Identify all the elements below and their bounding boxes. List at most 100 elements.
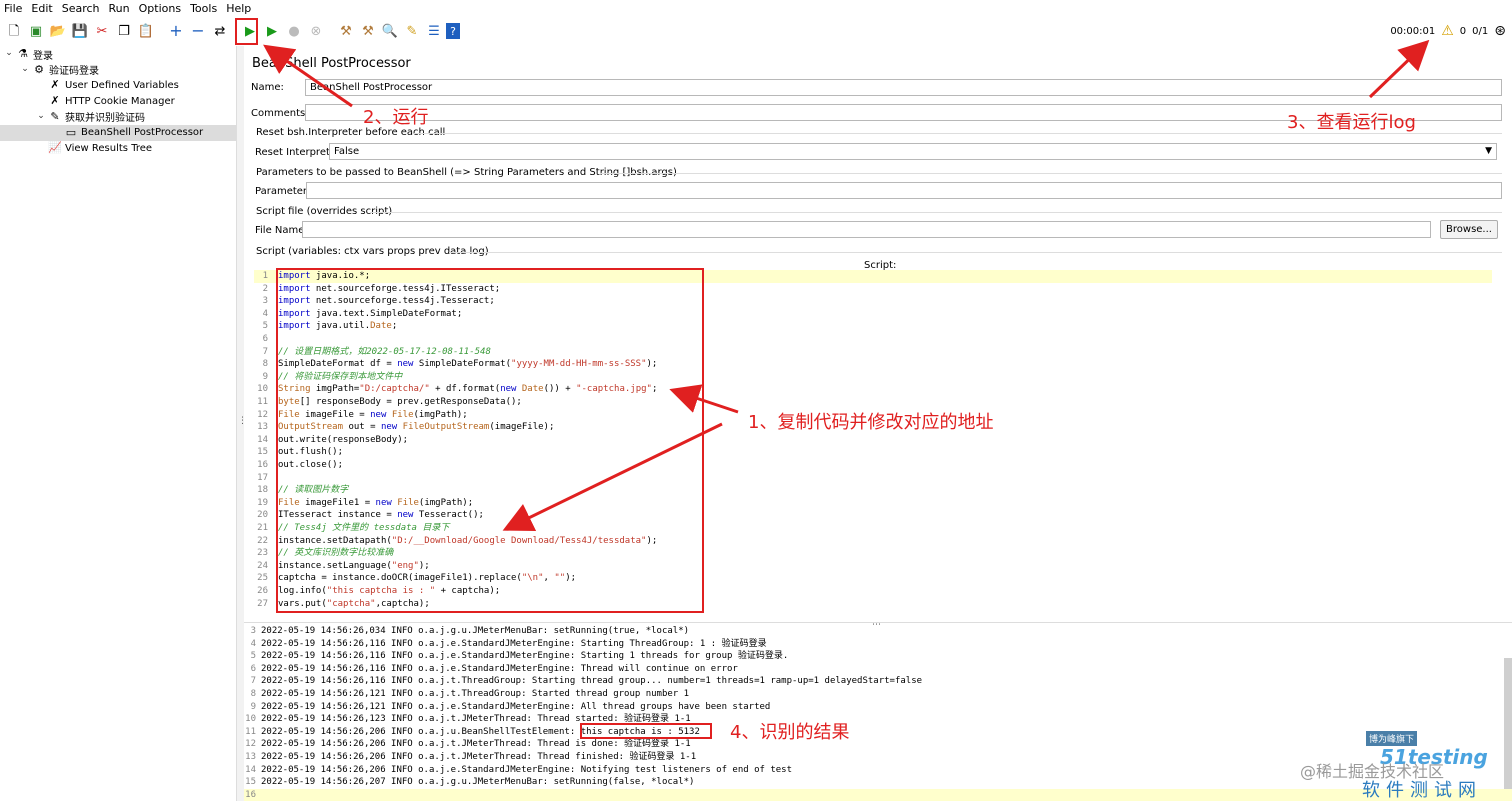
log-line-number: 14 bbox=[245, 764, 256, 775]
tree-node-label: 验证码登录 bbox=[49, 66, 99, 78]
log-line-text: 2022-05-19 14:56:26,206 INFO o.a.j.t.JMe… bbox=[261, 752, 697, 762]
line-number: 5 bbox=[262, 321, 268, 332]
reset-interpreter-select[interactable]: False ▼ bbox=[329, 143, 1497, 160]
line-number: 9 bbox=[262, 371, 268, 382]
filename-label: File Name: bbox=[255, 225, 308, 236]
log-line: 16 bbox=[244, 788, 1512, 801]
tree-expand-toggle[interactable]: ⌄ bbox=[36, 111, 46, 121]
stop-icon[interactable]: ● bbox=[284, 21, 304, 41]
shutdown-icon[interactable]: ⊗ bbox=[306, 21, 326, 41]
tree-node[interactable]: ▭ BeanShell PostProcessor bbox=[0, 124, 236, 141]
tree-node[interactable]: ✎ 获取并识别验证码 bbox=[48, 109, 145, 125]
search-icon[interactable]: 🔍 bbox=[380, 21, 400, 41]
line-number: 22 bbox=[257, 535, 268, 546]
menu-help[interactable]: Help bbox=[226, 2, 251, 15]
line-number: 3 bbox=[262, 296, 268, 307]
clear-icon[interactable]: ⚒ bbox=[336, 21, 356, 41]
line-number: 12 bbox=[257, 409, 268, 420]
help-icon[interactable]: ? bbox=[446, 23, 460, 39]
annotation-run: 2、运行 bbox=[363, 107, 429, 128]
tree-node[interactable]: ✗ HTTP Cookie Manager bbox=[48, 93, 175, 109]
log-line-text: 2022-05-19 14:56:26,121 INFO o.a.j.t.Thr… bbox=[261, 689, 690, 699]
tree-node[interactable]: ⚗ 登录 bbox=[16, 46, 53, 62]
clear-all-icon[interactable]: ⚒ bbox=[358, 21, 378, 41]
line-number: 8 bbox=[262, 359, 268, 370]
log-line: 8 2022-05-19 14:56:26,121 INFO o.a.j.t.Th… bbox=[244, 688, 1512, 701]
line-number: 21 bbox=[257, 523, 268, 533]
tree-node[interactable]: ✗ User Defined Variables bbox=[48, 77, 178, 93]
chevron-down-icon[interactable]: ▼ bbox=[1485, 146, 1492, 156]
remote-status-icon[interactable]: ⊛ bbox=[1494, 23, 1506, 39]
line-number: 25 bbox=[257, 573, 268, 584]
browse-button[interactable]: Browse... bbox=[1440, 220, 1498, 239]
log-line-text: 2022-05-19 14:56:26,034 INFO o.a.j.g.u.J… bbox=[261, 626, 690, 636]
menu-file[interactable]: File bbox=[4, 2, 22, 15]
filename-field[interactable] bbox=[302, 221, 1431, 238]
log-line-text: 2022-05-19 14:56:26,206 INFO o.a.j.e.Sta… bbox=[261, 764, 793, 775]
tree-expand-toggle[interactable]: ⌄ bbox=[20, 64, 30, 74]
cut-icon[interactable]: ✂ bbox=[92, 21, 112, 41]
tree-node[interactable]: ⚙ 验证码登录 bbox=[32, 62, 99, 78]
config-element-icon: ✗ bbox=[50, 78, 60, 92]
log-line: 7 2022-05-19 14:56:26,116 INFO o.a.j.t.Th… bbox=[244, 675, 1512, 688]
copy-icon[interactable]: ❐ bbox=[114, 21, 134, 41]
annotation-view-log: 3、查看运行log bbox=[1287, 112, 1416, 133]
log-line: 6 2022-05-19 14:56:26,116 INFO o.a.j.e.St… bbox=[244, 663, 1512, 676]
menu-tools[interactable]: Tools bbox=[190, 2, 217, 15]
templates-icon[interactable]: ▣ bbox=[26, 21, 46, 41]
log-line: 10 2022-05-19 14:56:26,123 INFO o.a.j.t.J… bbox=[244, 713, 1512, 726]
new-icon[interactable]: 🗋 bbox=[4, 21, 24, 41]
tree-node[interactable]: 📈 View Results Tree bbox=[48, 140, 152, 156]
log-line-number: 16 bbox=[245, 789, 256, 800]
menu-run[interactable]: Run bbox=[109, 2, 130, 15]
name-label: Name: bbox=[251, 82, 284, 93]
tree-expand-toggle[interactable]: ⌄ bbox=[4, 48, 14, 58]
log-line-number: 9 bbox=[250, 701, 256, 712]
log-line-text: 2022-05-19 14:56:26,116 INFO o.a.j.e.Sta… bbox=[261, 663, 738, 674]
log-line-number: 4 bbox=[250, 638, 256, 649]
annotation-result: 4、识别的结果 bbox=[730, 722, 850, 743]
watermark-site: 软件测试网 bbox=[1362, 780, 1482, 801]
log-line-number: 10 bbox=[245, 714, 256, 725]
run-status: 00:00:01 ⚠ 0 0/1 ⊛ bbox=[1390, 16, 1506, 46]
test-plan-icon: ⚗ bbox=[18, 47, 28, 60]
reset-search-icon[interactable]: ✎ bbox=[402, 21, 422, 41]
log-line: 12 2022-05-19 14:56:26,206 INFO o.a.j.t.J… bbox=[244, 738, 1512, 751]
thread-group-icon: ⚙ bbox=[34, 62, 44, 76]
collapse-icon[interactable]: − bbox=[188, 21, 208, 41]
menu-options[interactable]: Options bbox=[139, 2, 181, 15]
reset-interpreter-value: False bbox=[334, 146, 360, 157]
log-line-number: 8 bbox=[250, 689, 256, 699]
log-line: 5 2022-05-19 14:56:26,116 INFO o.a.j.e.St… bbox=[244, 650, 1512, 663]
paste-icon[interactable]: 📋 bbox=[136, 21, 156, 41]
log-line-number: 11 bbox=[245, 726, 256, 737]
line-number: 2 bbox=[262, 283, 268, 294]
expand-icon[interactable]: + bbox=[166, 21, 186, 41]
menu-bar: File Edit Search Run Options Tools Help bbox=[0, 0, 1512, 16]
line-number: 10 bbox=[257, 384, 268, 395]
line-number: 4 bbox=[262, 308, 268, 319]
log-line-text: 2022-05-19 14:56:26,116 INFO o.a.j.t.Thr… bbox=[261, 676, 923, 687]
menu-search[interactable]: Search bbox=[62, 2, 100, 15]
log-line-number: 6 bbox=[250, 663, 256, 674]
save-icon[interactable]: 💾 bbox=[70, 21, 90, 41]
warning-icon[interactable]: ⚠ bbox=[1441, 23, 1454, 39]
log-line-text: 2022-05-19 14:56:26,207 INFO o.a.j.g.u.J… bbox=[261, 777, 695, 788]
tree-node-label: BeanShell PostProcessor bbox=[81, 127, 204, 138]
line-number: 20 bbox=[257, 510, 268, 521]
script-highlight-box bbox=[276, 268, 704, 613]
parameters-field[interactable] bbox=[306, 182, 1502, 199]
vertical-splitter[interactable]: ⋮ bbox=[236, 46, 247, 801]
toggle-icon[interactable]: ⇄ bbox=[210, 21, 230, 41]
config-element-icon: ✗ bbox=[50, 94, 60, 108]
comments-label: Comments: bbox=[251, 108, 309, 119]
log-line-number: 15 bbox=[245, 777, 256, 788]
run-no-pause-icon[interactable]: ▶ bbox=[262, 21, 282, 41]
tree-node-label: HTTP Cookie Manager bbox=[65, 95, 175, 107]
menu-edit[interactable]: Edit bbox=[31, 2, 52, 15]
open-icon[interactable]: 📂 bbox=[48, 21, 68, 41]
log-line: 9 2022-05-19 14:56:26,121 INFO o.a.j.e.St… bbox=[244, 701, 1512, 714]
function-helper-icon[interactable]: ☰ bbox=[424, 21, 444, 41]
name-field[interactable]: BeanShell PostProcessor bbox=[305, 79, 1502, 96]
log-line-text: 2022-05-19 14:56:26,116 INFO o.a.j.e.Sta… bbox=[261, 651, 789, 662]
